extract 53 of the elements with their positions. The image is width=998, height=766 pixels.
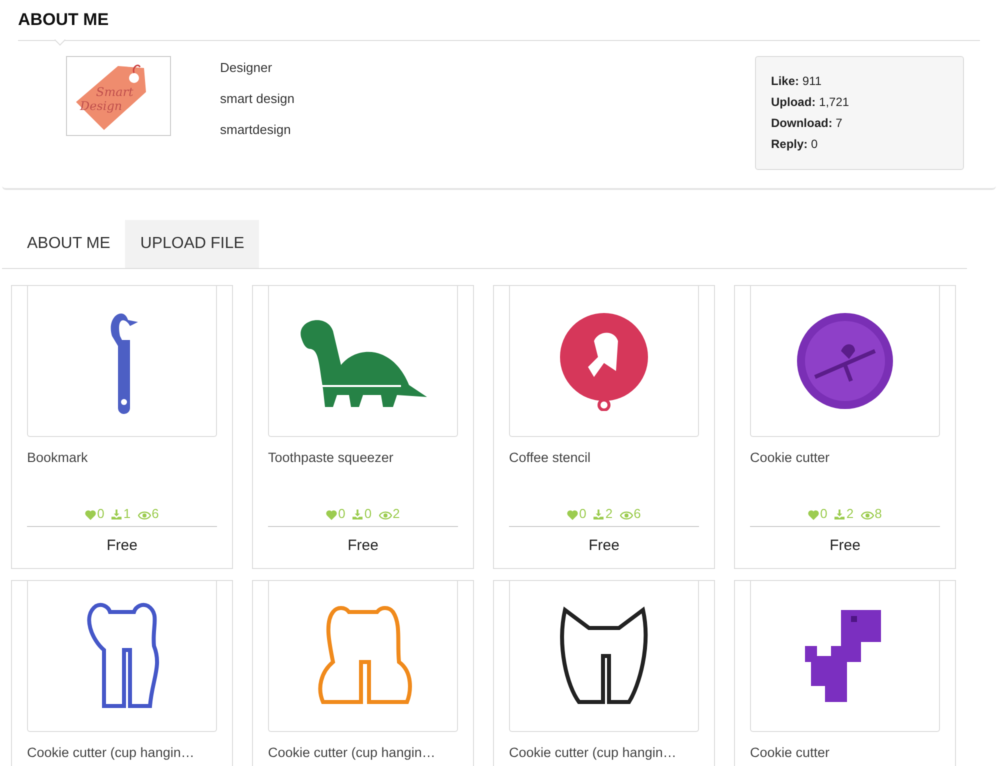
eye-icon xyxy=(378,511,392,520)
section-title: ABOUT ME xyxy=(18,9,109,31)
product-card[interactable]: Cookie cutter 0 2 8 Free xyxy=(734,285,956,569)
stat-text: Reply: 0 xyxy=(771,136,819,152)
product-card[interactable]: Cookie cutter (cup hangin… xyxy=(252,580,474,766)
product-title[interactable]: Cookie cutter (cup hangin… xyxy=(27,745,217,766)
like-count: 0 xyxy=(579,507,586,520)
product-card[interactable]: Cookie cutter xyxy=(734,580,956,766)
heart-icon xyxy=(326,510,338,520)
view-count: 6 xyxy=(634,507,641,520)
product-card[interactable]: Bookmark 0 1 6 Free xyxy=(11,285,233,569)
download-count: 0 xyxy=(364,507,372,520)
view-count: 2 xyxy=(392,507,400,520)
download-count: 1 xyxy=(123,507,131,520)
product-card[interactable]: Toothpaste squeezer 0 0 2 Free xyxy=(252,285,474,569)
price-text: Free xyxy=(828,537,862,554)
tab[interactable]: UPLOAD FILE xyxy=(125,220,260,268)
product-title[interactable]: Cookie cutter (cup hangin… xyxy=(509,745,699,766)
price-text: Free xyxy=(588,537,620,554)
eye-icon xyxy=(138,511,151,520)
like-count: 0 xyxy=(97,507,104,520)
like-count: 0 xyxy=(338,507,346,520)
eye-icon xyxy=(860,511,874,520)
heart-icon xyxy=(808,510,820,520)
profile-info-text: smart design xyxy=(220,91,296,106)
download-icon xyxy=(834,509,846,520)
heart-icon xyxy=(85,510,96,520)
stat-text: Like: 911 xyxy=(771,73,822,89)
stat-text: Upload: 1,721 xyxy=(771,94,850,110)
stat-text: Download: 7 xyxy=(771,115,844,131)
product-title[interactable]: Coffee stencil xyxy=(509,450,699,490)
download-icon xyxy=(352,509,364,520)
eye-icon xyxy=(620,511,633,520)
heart-icon xyxy=(567,510,578,520)
like-count: 0 xyxy=(820,507,828,520)
price-text: Free xyxy=(346,537,380,554)
view-count: 8 xyxy=(874,507,882,520)
product-title[interactable]: Toothpaste squeezer xyxy=(268,450,458,490)
price-text: Free xyxy=(106,537,138,554)
product-card[interactable]: Cookie cutter (cup hangin… xyxy=(493,580,715,766)
view-count: 6 xyxy=(152,507,159,520)
product-card[interactable]: Cookie cutter (cup hangin… xyxy=(11,580,233,766)
product-title[interactable]: Cookie cutter xyxy=(750,450,940,490)
product-title[interactable]: Cookie cutter (cup hangin… xyxy=(268,745,458,766)
profile-info-text: smartdesign xyxy=(220,122,292,137)
product-title[interactable]: Cookie cutter xyxy=(750,745,940,766)
download-icon xyxy=(111,509,122,520)
download-icon xyxy=(593,509,604,520)
product-card[interactable]: Coffee stencil 0 2 6 Free xyxy=(493,285,715,569)
profile-info-text: Designer xyxy=(220,60,274,75)
download-count: 2 xyxy=(605,507,613,520)
download-count: 2 xyxy=(846,507,854,520)
product-title[interactable]: Bookmark xyxy=(27,450,217,490)
